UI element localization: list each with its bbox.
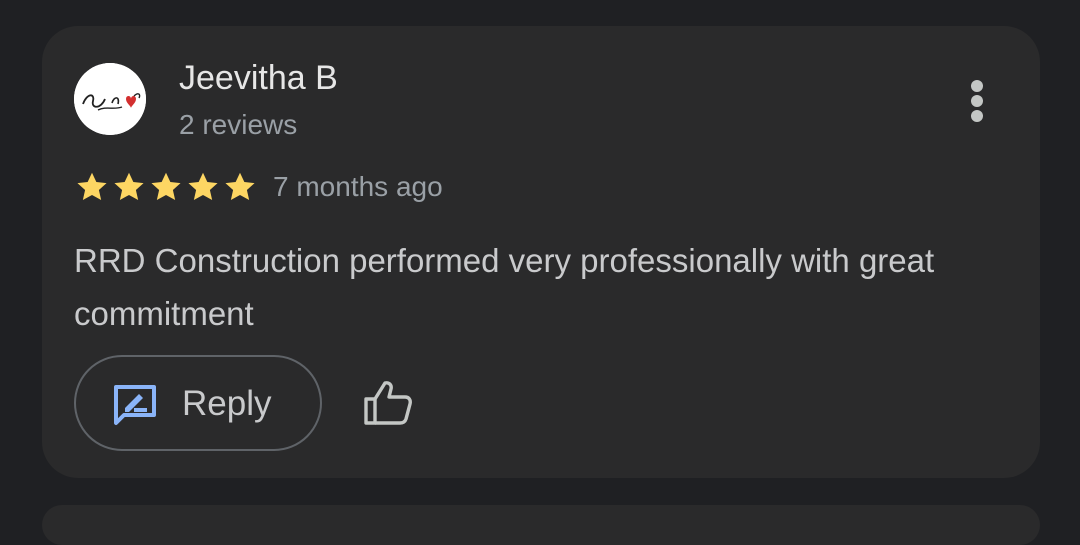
review-time: 7 months ago [273, 171, 443, 202]
more-vert-icon[interactable] [962, 76, 992, 126]
star-icon [225, 172, 255, 201]
star-icon [188, 172, 218, 201]
like-button[interactable] [360, 375, 416, 431]
reply-button[interactable]: Reply [74, 355, 322, 451]
review-count[interactable]: 2 reviews [179, 108, 297, 142]
star-rating [74, 168, 258, 206]
star-icon [114, 172, 144, 201]
thumb-up-icon [364, 381, 412, 425]
avatar-image [74, 63, 146, 135]
avatar[interactable] [74, 63, 146, 135]
rate-review-icon [114, 385, 156, 425]
review-text: RRD Construction performed very professi… [74, 242, 935, 332]
reply-label: Reply [182, 384, 272, 423]
star-icon [151, 172, 181, 201]
next-review-card [42, 505, 1040, 545]
star-icon [77, 172, 107, 201]
review-card: Jeevitha B 2 reviews 7 months ago RRD Co… [42, 26, 1040, 478]
author-name[interactable]: Jeevitha B [179, 58, 338, 98]
